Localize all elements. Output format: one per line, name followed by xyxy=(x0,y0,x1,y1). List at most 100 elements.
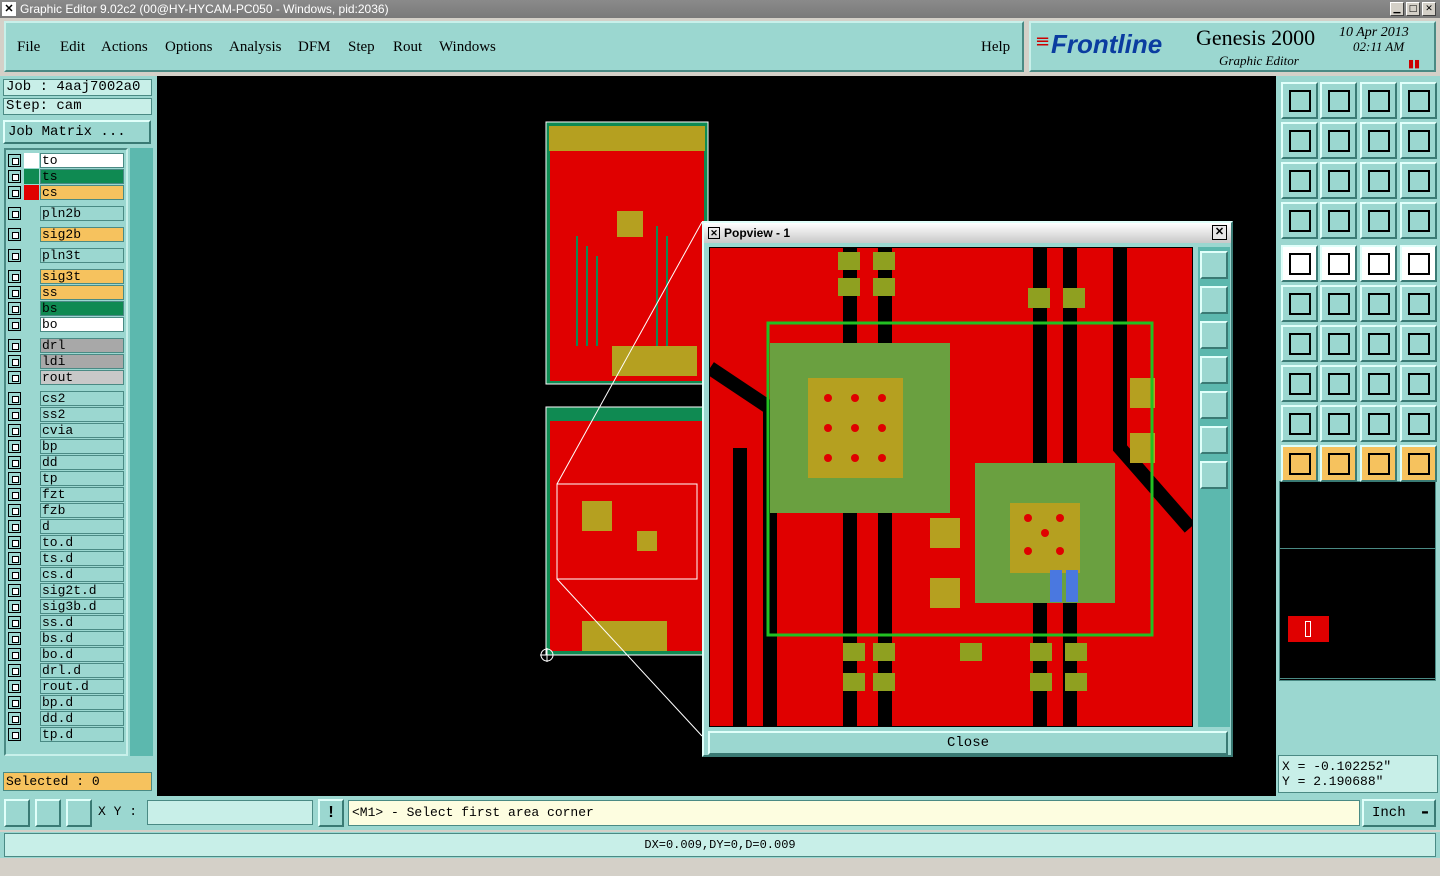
mirror-icon[interactable] xyxy=(1400,325,1437,362)
layer-name[interactable]: sig3b.d xyxy=(40,599,124,614)
popview-canvas[interactable] xyxy=(709,247,1193,727)
layer-name[interactable]: sig2b xyxy=(40,227,124,242)
layer-name[interactable]: ts xyxy=(40,169,124,184)
point-icon[interactable] xyxy=(1281,365,1318,402)
layer-checkbox[interactable] xyxy=(8,339,21,352)
layer-name[interactable]: bo.d xyxy=(40,647,124,662)
path-icon[interactable] xyxy=(1400,445,1437,482)
layer-checkbox[interactable] xyxy=(8,355,21,368)
layer-checkbox[interactable] xyxy=(8,424,21,437)
menu-rout[interactable]: Rout xyxy=(393,39,422,56)
layer-name[interactable]: bs.d xyxy=(40,631,124,646)
layer-name[interactable]: pln2b xyxy=(40,206,124,221)
popview-zoom-in-icon[interactable] xyxy=(1200,426,1228,454)
undo-icon[interactable] xyxy=(1360,122,1397,159)
measure-icon[interactable] xyxy=(1360,365,1397,402)
fit-icon[interactable] xyxy=(1281,162,1318,199)
units-dropdown[interactable]: Inch ▬ xyxy=(1362,799,1436,827)
layer-checkbox[interactable] xyxy=(8,600,21,613)
layer-name[interactable]: dd.d xyxy=(40,711,124,726)
layer-row-pln3t[interactable]: pln3t xyxy=(6,248,124,263)
menu-step[interactable]: Step xyxy=(348,39,375,56)
layer-checkbox[interactable] xyxy=(8,302,21,315)
minus-icon[interactable] xyxy=(1320,365,1357,402)
layer-checkbox[interactable] xyxy=(8,228,21,241)
shape-icon[interactable] xyxy=(1400,365,1437,402)
layer-name[interactable]: to xyxy=(40,153,124,168)
layer-name[interactable]: bs xyxy=(40,301,124,316)
popview-fit-icon[interactable] xyxy=(1200,251,1228,279)
next-icon[interactable] xyxy=(1320,122,1357,159)
layer-name[interactable]: cvia xyxy=(40,423,124,438)
menu-windows[interactable]: Windows xyxy=(439,39,496,56)
layer-name[interactable]: sig3t xyxy=(40,269,124,284)
settings-icon[interactable] xyxy=(1281,202,1318,239)
layers-icon[interactable] xyxy=(1360,202,1397,239)
layer-name[interactable]: ss.d xyxy=(40,615,124,630)
maximize-button[interactable]: □ xyxy=(1406,2,1420,16)
layer-name[interactable]: to.d xyxy=(40,535,124,550)
help-icon[interactable] xyxy=(1400,162,1437,199)
layer-name[interactable]: cs2 xyxy=(40,391,124,406)
layer-row-ss[interactable]: ss xyxy=(6,285,124,300)
layer-checkbox[interactable] xyxy=(8,664,21,677)
arc-icon[interactable] xyxy=(1360,325,1397,362)
job-matrix-button[interactable]: Job Matrix ... xyxy=(3,120,151,144)
angle-icon[interactable] xyxy=(1281,325,1318,362)
layer-name[interactable]: bo xyxy=(40,317,124,332)
a-icon[interactable] xyxy=(1320,405,1357,442)
layer-checkbox[interactable] xyxy=(8,696,21,709)
line-icon[interactable] xyxy=(1360,285,1397,322)
scale-icon[interactable] xyxy=(1360,162,1397,199)
popview-close-button[interactable]: Close xyxy=(708,731,1228,755)
layer-name[interactable]: bp xyxy=(40,439,124,454)
layer-name[interactable]: cs xyxy=(40,185,124,200)
layer-row-sig2b[interactable]: sig2b xyxy=(6,227,124,242)
layer-name[interactable]: tp.d xyxy=(40,727,124,742)
grid-icon[interactable] xyxy=(66,799,92,827)
layer-name[interactable]: pln3t xyxy=(40,248,124,263)
layer-row-bp-d[interactable]: bp.d xyxy=(6,695,124,710)
layer-row-fzt[interactable]: fzt xyxy=(6,487,124,502)
layer-name[interactable]: tp xyxy=(40,471,124,486)
window-icon[interactable] xyxy=(1400,82,1437,119)
layer-checkbox[interactable] xyxy=(8,568,21,581)
cross-icon[interactable] xyxy=(1320,285,1357,322)
layer-name[interactable]: sig2t.d xyxy=(40,583,124,598)
menu-options[interactable]: Options xyxy=(165,39,213,56)
menu-edit[interactable]: Edit xyxy=(60,39,85,56)
layer-row-cvia[interactable]: cvia xyxy=(6,423,124,438)
minimize-button[interactable]: ▁ xyxy=(1390,2,1404,16)
layer-name[interactable]: d xyxy=(40,519,124,534)
menu-dfm[interactable]: DFM xyxy=(298,39,331,56)
select-icon[interactable] xyxy=(1281,245,1318,282)
layer-name[interactable]: bp.d xyxy=(40,695,124,710)
draw-icon[interactable] xyxy=(1320,245,1357,282)
layer-row-ts-d[interactable]: ts.d xyxy=(6,551,124,566)
measure-icon[interactable] xyxy=(35,799,61,827)
layer-checkbox[interactable] xyxy=(8,186,21,199)
layer-name[interactable]: cs.d xyxy=(40,567,124,582)
layer-name[interactable]: fzt xyxy=(40,487,124,502)
snap-icon[interactable] xyxy=(4,799,30,827)
layer-name[interactable]: rout xyxy=(40,370,124,385)
layer-row-ss2[interactable]: ss2 xyxy=(6,407,124,422)
menu-analysis[interactable]: Analysis xyxy=(229,39,282,56)
layer-row-tp[interactable]: tp xyxy=(6,471,124,486)
layer-name[interactable]: dd xyxy=(40,455,124,470)
layer-name[interactable]: ss2 xyxy=(40,407,124,422)
layer-row-dd-d[interactable]: dd.d xyxy=(6,711,124,726)
slash-icon[interactable] xyxy=(1320,325,1357,362)
layer-checkbox[interactable] xyxy=(8,472,21,485)
layer-checkbox[interactable] xyxy=(8,408,21,421)
layer-name[interactable]: ldi xyxy=(40,354,124,369)
popview-zoom-out-icon[interactable] xyxy=(1200,461,1228,489)
layer-checkbox[interactable] xyxy=(8,552,21,565)
layer-row-ldi[interactable]: ldi xyxy=(6,354,124,369)
layer-row-bs-d[interactable]: bs.d xyxy=(6,631,124,646)
popview-pan-right-icon[interactable] xyxy=(1200,391,1228,419)
layer-checkbox[interactable] xyxy=(8,632,21,645)
layer-row-sig3b-d[interactable]: sig3b.d xyxy=(6,599,124,614)
pointer-icon[interactable] xyxy=(1281,445,1318,482)
pointer-select-icon[interactable] xyxy=(1360,445,1397,482)
